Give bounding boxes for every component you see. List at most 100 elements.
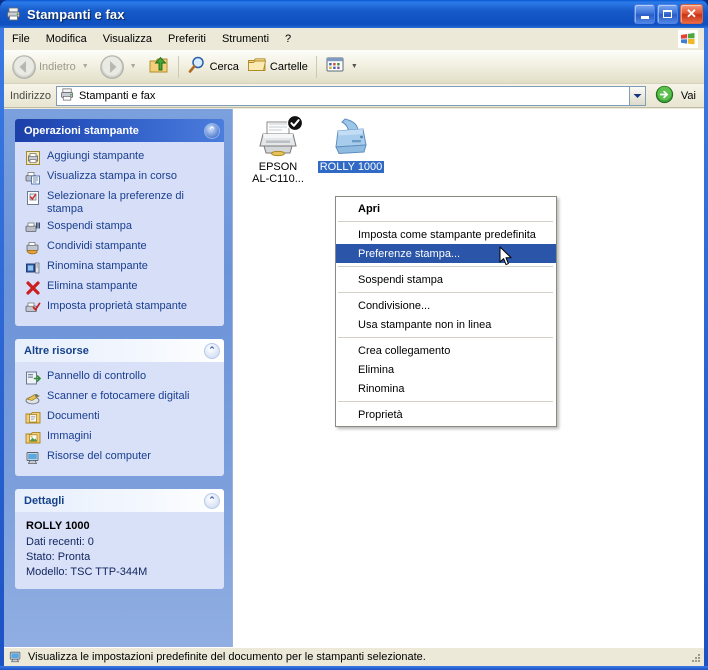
forward-button[interactable]: ▼ bbox=[96, 53, 144, 81]
views-dropdown-icon[interactable]: ▼ bbox=[348, 63, 361, 70]
printer-label: ROLLY 1000 bbox=[315, 161, 387, 173]
printer-context-menu[interactable]: Apri Imposta come stampante predefinita … bbox=[335, 196, 557, 427]
sidebar-item-label: Imposta proprietà stampante bbox=[47, 300, 188, 312]
sidebar-item-label: Pannello di controllo bbox=[47, 370, 147, 382]
ctx-imposta-predefinita[interactable]: Imposta come stampante predefinita bbox=[336, 225, 556, 244]
search-label: Cerca bbox=[209, 60, 239, 73]
sidebar-item-visualizza-stampa[interactable]: Visualizza stampa in corso bbox=[23, 168, 217, 188]
printer-tasks-body: Aggiungi stampante Visualizza stampa in … bbox=[15, 142, 224, 326]
menu-visualizza[interactable]: Visualizza bbox=[95, 30, 160, 48]
share-printer-icon bbox=[25, 240, 41, 256]
ctx-separator-4 bbox=[338, 337, 553, 338]
window-controls: ✕ bbox=[634, 4, 703, 24]
menu-strumenti[interactable]: Strumenti bbox=[214, 30, 277, 48]
menu-bar: File Modifica Visualizza Preferiti Strum… bbox=[4, 28, 704, 50]
resize-grip[interactable] bbox=[690, 652, 702, 664]
ctx-proprieta[interactable]: Proprietà bbox=[336, 405, 556, 424]
sidebar-item-scanner-fotocamere[interactable]: Scanner e fotocamere digitali bbox=[23, 388, 217, 408]
menu-modifica[interactable]: Modifica bbox=[38, 30, 95, 48]
back-dropdown-icon[interactable]: ▼ bbox=[79, 63, 92, 70]
close-button[interactable]: ✕ bbox=[680, 4, 703, 24]
sidebar-item-label: Sospendi stampa bbox=[47, 220, 132, 232]
go-button[interactable]: Vai bbox=[651, 85, 701, 107]
up-button[interactable] bbox=[144, 53, 174, 81]
sidebar-item-sospendi-stampa[interactable]: Sospendi stampa bbox=[23, 218, 217, 238]
address-input[interactable]: Stampanti e fax bbox=[55, 85, 629, 106]
forward-dropdown-icon[interactable]: ▼ bbox=[127, 63, 140, 70]
details-printer-name: ROLLY 1000 bbox=[26, 520, 90, 532]
other-places-title: Altre risorse bbox=[24, 344, 89, 357]
my-computer-icon bbox=[8, 650, 23, 664]
views-icon bbox=[325, 56, 345, 77]
details-panel: Dettagli ⌃ ROLLY 1000 Dati recenti: 0 St… bbox=[15, 489, 224, 589]
printer-tasks-title: Operazioni stampante bbox=[24, 124, 139, 137]
folder-icon bbox=[247, 55, 267, 78]
sidebar-item-rinomina-stampante[interactable]: Rinomina stampante bbox=[23, 258, 217, 278]
sidebar-item-label: Condividi stampante bbox=[47, 240, 147, 252]
ctx-preferenze-stampa[interactable]: Preferenze stampa... bbox=[336, 244, 556, 263]
other-places-header[interactable]: Altre risorse ⌃ bbox=[15, 339, 224, 362]
ctx-sospendi-stampa[interactable]: Sospendi stampa bbox=[336, 270, 556, 289]
sidebar-item-preferenze-stampa[interactable]: Selezionare la preferenze di stampa bbox=[23, 188, 217, 218]
sidebar-item-condividi-stampante[interactable]: Condividi stampante bbox=[23, 238, 217, 258]
ctx-separator-5 bbox=[338, 401, 553, 402]
arrow-right-icon bbox=[99, 54, 124, 79]
minimize-button[interactable] bbox=[634, 4, 655, 24]
menu-preferiti[interactable]: Preferiti bbox=[160, 30, 214, 48]
sidebar-item-aggiungi-stampante[interactable]: Aggiungi stampante bbox=[23, 148, 217, 168]
menu-help[interactable]: ? bbox=[277, 30, 299, 48]
control-panel-icon bbox=[25, 370, 42, 386]
windows-flag-icon bbox=[678, 30, 698, 48]
printer-label-line2: AL-C110... bbox=[252, 173, 304, 185]
ctx-apri[interactable]: Apri bbox=[336, 199, 556, 218]
ctx-rinomina[interactable]: Rinomina bbox=[336, 379, 556, 398]
printer-tasks-panel: Operazioni stampante ⌃ Aggiungi stampant… bbox=[15, 119, 224, 326]
address-dropdown-button[interactable] bbox=[628, 85, 646, 106]
printer-rolly-1000[interactable]: ROLLY 1000 bbox=[315, 116, 387, 173]
printer-tasks-header[interactable]: Operazioni stampante ⌃ bbox=[15, 119, 224, 142]
ctx-separator-2 bbox=[338, 266, 553, 267]
menu-file[interactable]: File bbox=[4, 30, 38, 48]
check-badge-icon bbox=[287, 115, 303, 134]
sidebar-item-pannello-di-controllo[interactable]: Pannello di controllo bbox=[23, 368, 217, 388]
sidebar-item-immagini[interactable]: Immagini bbox=[23, 428, 217, 448]
back-button[interactable]: Indietro ▼ bbox=[8, 53, 96, 81]
pause-print-icon bbox=[25, 220, 41, 236]
chevron-up-icon[interactable]: ⌃ bbox=[204, 122, 220, 139]
sidebar-item-elimina-stampante[interactable]: Elimina stampante bbox=[23, 278, 217, 298]
window-title: Stampanti e fax bbox=[27, 6, 125, 22]
search-button[interactable]: Cerca bbox=[183, 53, 243, 81]
ctx-elimina[interactable]: Elimina bbox=[336, 360, 556, 379]
printers-list-view[interactable]: EPSON AL-C110... ROLLY 1000 Apri Imposta… bbox=[232, 109, 704, 647]
sidebar-item-risorse-del-computer[interactable]: Risorse del computer bbox=[23, 448, 217, 468]
ctx-usa-non-in-linea[interactable]: Usa stampante non in linea bbox=[336, 315, 556, 334]
printer-epson[interactable]: EPSON AL-C110... bbox=[242, 115, 314, 185]
go-arrow-icon bbox=[651, 85, 678, 107]
toolbar-separator-1 bbox=[177, 55, 179, 78]
ctx-condivisione[interactable]: Condivisione... bbox=[336, 296, 556, 315]
views-button[interactable]: ▼ bbox=[321, 53, 365, 81]
ctx-separator-3 bbox=[338, 292, 553, 293]
print-queue-icon bbox=[25, 170, 41, 186]
printer-fax-icon bbox=[6, 6, 22, 22]
maximize-button[interactable] bbox=[657, 4, 678, 24]
documents-folder-icon bbox=[25, 410, 41, 426]
sidebar-item-documenti[interactable]: Documenti bbox=[23, 408, 217, 428]
details-recent-data: Dati recenti: 0 bbox=[26, 536, 94, 548]
folders-label: Cartelle bbox=[269, 60, 308, 73]
add-printer-icon bbox=[25, 150, 41, 166]
sidebar-item-imposta-proprieta[interactable]: Imposta proprietà stampante bbox=[23, 298, 217, 318]
ctx-crea-collegamento[interactable]: Crea collegamento bbox=[336, 341, 556, 360]
delete-red-x-icon bbox=[25, 280, 41, 296]
folders-button[interactable]: Cartelle bbox=[243, 53, 312, 81]
printer-label-line1: ROLLY 1000 bbox=[317, 161, 385, 173]
printing-preferences-icon bbox=[25, 190, 41, 206]
details-header[interactable]: Dettagli ⌃ bbox=[15, 489, 224, 512]
chevron-up-icon[interactable]: ⌃ bbox=[204, 342, 220, 359]
toolbar: Indietro ▼ ▼ Cerca Cartelle ▼ bbox=[4, 50, 704, 84]
scanner-camera-icon bbox=[25, 390, 41, 406]
details-title: Dettagli bbox=[24, 494, 65, 507]
chevron-up-icon[interactable]: ⌃ bbox=[204, 492, 220, 509]
status-text: Visualizza le impostazioni predefinite d… bbox=[28, 651, 426, 663]
address-bar: Indirizzo Stampanti e fax Vai bbox=[4, 84, 704, 108]
